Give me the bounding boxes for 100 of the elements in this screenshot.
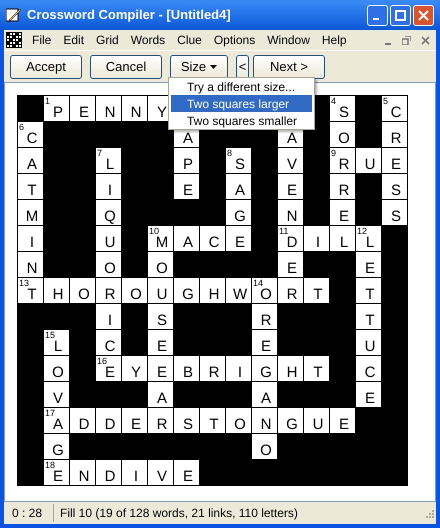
cell-letter: U xyxy=(156,288,168,302)
cell-letter: G xyxy=(259,366,273,380)
cell-letter: O xyxy=(77,288,91,302)
cell-letter: E xyxy=(78,106,90,120)
cell-letter: L xyxy=(54,340,64,354)
cell-letter: V xyxy=(52,392,64,406)
cell-letter: D xyxy=(104,418,116,432)
cell-letter: O xyxy=(103,262,117,276)
cell-letter: N xyxy=(130,106,142,120)
cell-letter: D xyxy=(286,236,298,250)
cell-letter: E xyxy=(104,366,116,380)
cell-letter: R xyxy=(104,288,116,302)
cell-letter: A xyxy=(26,158,38,172)
cell-letter: O xyxy=(51,366,65,380)
cell-letter: I xyxy=(28,236,36,250)
clue-number: 10 xyxy=(149,226,160,236)
cell-letter: A xyxy=(156,392,168,406)
clue-number: 6 xyxy=(19,122,24,132)
cell-letter: P xyxy=(52,106,64,120)
cell-letter: A xyxy=(52,418,64,432)
cell-letter: N xyxy=(260,418,272,432)
cell-letter: E xyxy=(364,392,376,406)
clue-number: 17 xyxy=(45,408,56,418)
cell-letter: O xyxy=(233,418,247,432)
cell-letter: P xyxy=(182,158,194,172)
cell-letter: C xyxy=(104,340,116,354)
cell-letter: D xyxy=(104,470,116,484)
cell-letter: V xyxy=(286,158,298,172)
cell-letter: A xyxy=(182,236,194,250)
cell-letter: S xyxy=(338,106,350,120)
cell-letter: O xyxy=(155,262,169,276)
cell-letter: R xyxy=(156,418,168,432)
cell-letter: Y xyxy=(156,106,168,120)
clue-number: 8 xyxy=(227,148,232,158)
cell-letter: W xyxy=(233,288,247,302)
clue-number: 16 xyxy=(97,356,108,366)
cell-letter: A xyxy=(182,132,194,146)
cell-letter: V xyxy=(156,470,168,484)
cell-letter: T xyxy=(26,184,38,198)
cell-letter: Q xyxy=(103,210,117,224)
cell-letter: G xyxy=(51,444,65,458)
cell-letter: A xyxy=(234,184,246,198)
cell-letter: L xyxy=(338,236,350,250)
cell-letter: B xyxy=(182,366,194,380)
status-message: Fill 10 (19 of 128 words, 21 links, 110 letters) xyxy=(59,505,299,522)
cell-letter: U xyxy=(312,418,324,432)
cell-letter: E xyxy=(182,184,194,198)
clue-number: 14 xyxy=(253,278,264,288)
cell-letter: O xyxy=(129,288,143,302)
cell-letter: T xyxy=(27,288,38,302)
cell-letter: O xyxy=(337,132,351,146)
cell-letter: E xyxy=(338,210,350,224)
cell-letter: T xyxy=(208,418,220,432)
cell-letter: N xyxy=(286,210,298,224)
cell-letter: S xyxy=(390,184,402,198)
cell-letter: O xyxy=(259,444,273,458)
cell-letter: E xyxy=(156,366,168,380)
clue-number: 7 xyxy=(97,148,102,158)
cell-letter: R xyxy=(338,184,350,198)
cell-letter: E xyxy=(52,470,64,484)
clue-number: 5 xyxy=(383,96,388,106)
cell-letter: C xyxy=(364,366,376,380)
clue-number: 12 xyxy=(357,226,368,236)
cell-letter: G xyxy=(181,288,195,302)
cell-letter: L xyxy=(364,236,376,250)
cell-letter: R xyxy=(260,314,272,328)
cell-letter: H xyxy=(286,366,298,380)
cell-letter: I xyxy=(236,366,244,380)
clue-number: 4 xyxy=(331,96,336,106)
clue-number: 9 xyxy=(331,148,336,158)
cell-letter: A xyxy=(286,132,298,146)
cell-letter: S xyxy=(156,314,168,328)
clue-number: 18 xyxy=(45,460,56,470)
cell-letter: H xyxy=(208,288,220,302)
cell-letter: N xyxy=(104,106,116,120)
cell-letter: U xyxy=(104,236,116,250)
cell-letter: G xyxy=(285,418,299,432)
cell-letter: E xyxy=(234,236,246,250)
status-time: 0 : 28 xyxy=(4,504,54,522)
cell-letter: T xyxy=(312,288,324,302)
cell-letter: I xyxy=(314,236,322,250)
cell-letter: T xyxy=(364,288,376,302)
cell-letter: C xyxy=(390,106,402,120)
cell-letter: E xyxy=(156,340,168,354)
cell-letter: T xyxy=(364,314,376,328)
cell-letter: E xyxy=(182,470,194,484)
cell-letter: E xyxy=(364,262,376,276)
cell-letter: I xyxy=(106,184,114,198)
cell-letter: C xyxy=(26,132,38,146)
clue-number: 15 xyxy=(45,330,56,340)
cell-letter: N xyxy=(26,262,38,276)
cell-letter: I xyxy=(132,470,140,484)
cell-letter: D xyxy=(78,418,90,432)
cell-letter: E xyxy=(338,418,350,432)
cell-letter: E xyxy=(286,184,298,198)
cell-letter: R xyxy=(286,288,298,302)
cell-letter: O xyxy=(259,288,273,302)
cell-letter: A xyxy=(260,392,272,406)
cell-letter: Y xyxy=(130,366,142,380)
clue-number: 13 xyxy=(19,278,30,288)
